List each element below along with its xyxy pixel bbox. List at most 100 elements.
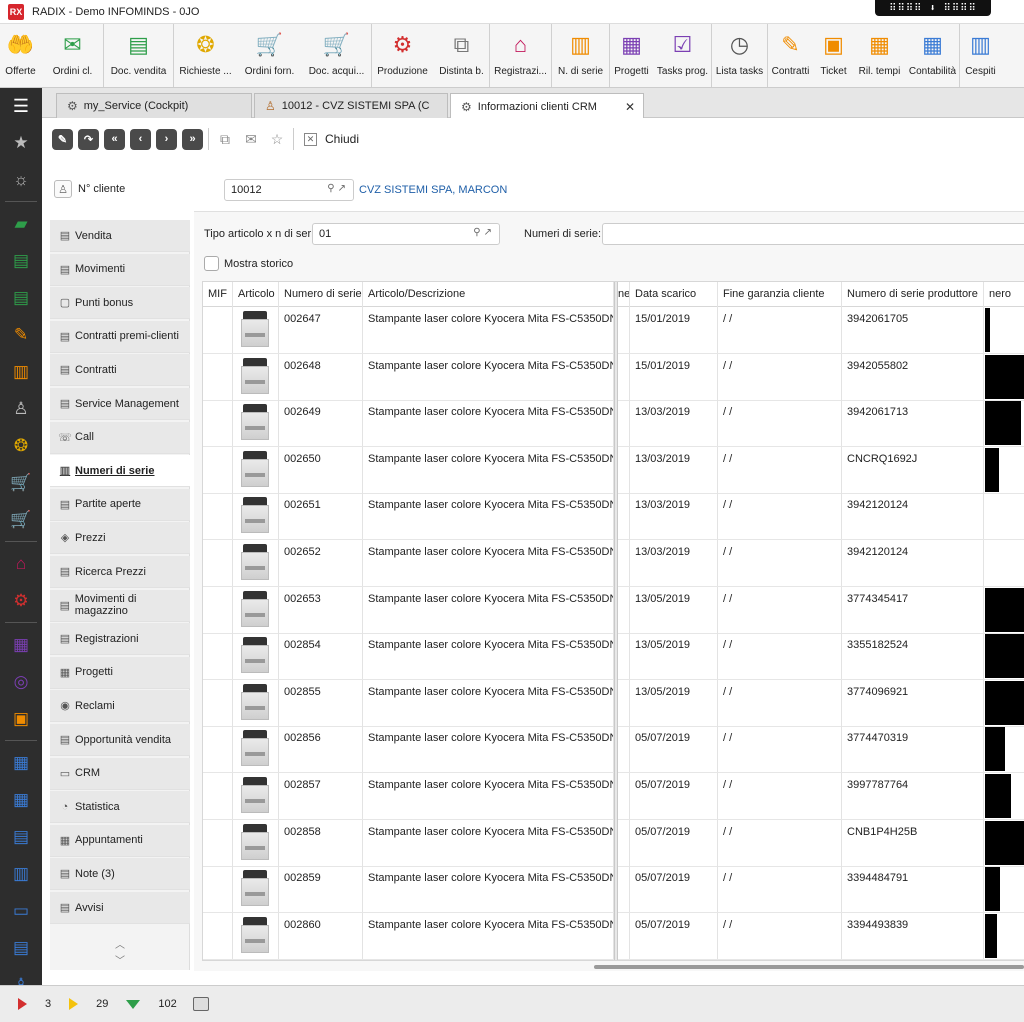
checkbox-box[interactable]	[204, 256, 219, 271]
menu-item-numeri-di-serie[interactable]: ▥ Numeri di serie	[50, 455, 190, 488]
menu-item-prezzi[interactable]: ◈ Prezzi	[50, 522, 190, 555]
ribbon-button-10[interactable]: ▥ N. di serie	[552, 24, 610, 87]
ribbon-button-9[interactable]: ⌂ Registrazi...	[490, 24, 552, 87]
ribbon-button-18[interactable]: ▥ Cespiti	[960, 24, 1002, 87]
ribbon-button-1[interactable]: 🤲 Offerte	[0, 24, 42, 87]
show-history-checkbox[interactable]: Mostra storico	[204, 256, 293, 271]
contracts-icon[interactable]: ✎	[0, 316, 42, 353]
card-icon[interactable]: ▭	[0, 892, 42, 929]
status-red[interactable]: 3	[18, 998, 51, 1010]
column-header-numero-serie[interactable]: Numero di serie	[279, 282, 363, 307]
copy-icon[interactable]: ⧉	[215, 129, 235, 149]
column-header-fine-garanzia[interactable]: Fine garanzia cliente	[718, 282, 842, 307]
horizontal-scrollbar[interactable]	[594, 965, 1024, 969]
menu-item-movimenti-di-magazzino[interactable]: ▤ Movimenti di magazzino	[50, 589, 190, 622]
serial-numbers-input[interactable]	[602, 223, 1024, 245]
building-icon[interactable]: ▥	[0, 855, 42, 892]
menu-item-progetti[interactable]: ▦ Progetti	[50, 656, 190, 689]
tab-crm-info[interactable]: ⚙ Informazioni clienti CRM ✕	[450, 93, 644, 119]
gear-icon[interactable]: ⚙	[0, 582, 42, 619]
status-yellow[interactable]: 29	[69, 998, 108, 1010]
last-record-icon[interactable]: »	[182, 128, 203, 150]
ribbon-button-13[interactable]: ◷ Lista tasks	[712, 24, 768, 87]
customer-number-input[interactable]: 10012 ⚲↗	[224, 179, 354, 201]
target-icon[interactable]: ◎	[0, 663, 42, 700]
star-icon[interactable]: ★	[0, 124, 42, 161]
search-icon[interactable]: ⚲↗	[327, 183, 349, 194]
sales-doc-icon[interactable]: ▤	[0, 279, 42, 316]
menu-item-punti-bonus[interactable]: ▢ Punti bonus	[50, 287, 190, 320]
menu-item-partite-aperte[interactable]: ▤ Partite aperte	[50, 488, 190, 521]
column-header-descrizione[interactable]: Articolo/Descrizione	[363, 282, 614, 307]
ribbon-button-7[interactable]: ⚙ Produzione	[372, 24, 434, 87]
menu-item-vendita[interactable]: ▤ Vendita	[50, 220, 190, 252]
menu-item-call[interactable]: ☏ Call	[50, 421, 190, 454]
menu-item-movimenti[interactable]: ▤ Movimenti	[50, 253, 190, 286]
document-icon[interactable]: ▤	[0, 929, 42, 966]
tab-customer[interactable]: ♙ 10012 - CVZ SISTEMI SPA (C	[254, 93, 448, 118]
hamburger-menu-icon[interactable]: ☰	[0, 88, 42, 124]
calculator-icon[interactable]: ▦	[0, 781, 42, 818]
tab-my-service[interactable]: ⚙ my_Service (Cockpit)	[56, 93, 252, 118]
ribbon-button-15[interactable]: ▣ Ticket	[814, 24, 854, 87]
order-envelope-icon[interactable]: ▤	[0, 242, 42, 279]
ribbon-button-12[interactable]: ☑ Tasks prog.	[654, 24, 712, 87]
column-header-mif[interactable]: MIF	[203, 282, 233, 307]
projects-icon[interactable]: ▦	[0, 626, 42, 663]
ribbon-button-16[interactable]: ▦ Ril. tempi	[854, 24, 906, 87]
user-icon[interactable]: ♙	[0, 390, 42, 427]
briefcase-icon[interactable]: ▣	[0, 700, 42, 737]
first-record-icon[interactable]: «	[104, 128, 125, 150]
search-icon[interactable]: ⚲↗	[473, 227, 495, 238]
warehouse-icon[interactable]: ⌂	[0, 545, 42, 582]
favorite-star-icon[interactable]: ☆	[267, 129, 287, 149]
ribbon-button-5[interactable]: 🛒 Ordini forn.	[238, 24, 302, 87]
hand-money-icon[interactable]: ▰	[0, 205, 42, 242]
ribbon-button-8[interactable]: ⧉ Distinta b.	[434, 24, 490, 87]
menu-scroll-arrows[interactable]: ︿ ﹀	[110, 938, 130, 970]
previous-record-icon[interactable]: ‹	[130, 128, 151, 150]
ribbon-button-6[interactable]: 🛒 Doc. acqui...	[302, 24, 372, 87]
menu-item-statistica[interactable]: ◔ Statistica	[50, 791, 190, 824]
menu-item-ricerca-prezzi[interactable]: ▤ Ricerca Prezzi	[50, 556, 190, 588]
item-type-input[interactable]: 01 ⚲↗	[312, 223, 500, 245]
column-header-nero[interactable]: nero	[984, 282, 1024, 307]
sun-icon[interactable]: ☼	[0, 161, 42, 198]
calculator-icon[interactable]: ▦	[0, 744, 42, 781]
ribbon-button-11[interactable]: ▦ Progetti	[610, 24, 654, 87]
menu-item-service-management[interactable]: ▤ Service Management	[50, 388, 190, 420]
printer-icon[interactable]	[192, 997, 209, 1011]
next-record-icon[interactable]: ›	[156, 128, 177, 150]
menu-item-contratti-premi-clienti[interactable]: ▤ Contratti premi-clienti	[50, 320, 190, 353]
menu-item-appuntamenti[interactable]: ▦ Appuntamenti	[50, 824, 190, 857]
ribbon-button-3[interactable]: ▤ Doc. vendita	[104, 24, 174, 87]
menu-item-note-3[interactable]: ▤ Note (3)	[50, 858, 190, 891]
column-header-serie-produttore[interactable]: Numero di serie produttore	[842, 282, 984, 307]
close-button[interactable]: ✕ Chiudi	[304, 132, 359, 146]
menu-item-reclami[interactable]: ◉ Reclami	[50, 690, 190, 723]
status-green[interactable]: 102	[126, 998, 177, 1010]
menu-item-crm[interactable]: ▭ CRM	[50, 757, 190, 790]
ribbon-button-14[interactable]: ✎ Contratti	[768, 24, 814, 87]
window-drag-handle[interactable]: ⠿⠿⠿⠿ ⬇ ⠿⠿⠿⠿	[875, 0, 991, 16]
close-tab-icon[interactable]: ✕	[625, 100, 635, 114]
column-header-hidden[interactable]: ne	[618, 282, 630, 307]
coins-icon[interactable]: ❂	[0, 427, 42, 464]
menu-item-contratti[interactable]: ▤ Contratti	[50, 354, 190, 387]
column-header-articolo[interactable]: Articolo	[233, 282, 279, 307]
ribbon-button-4[interactable]: ❂ Richieste ...	[174, 24, 238, 87]
menu-item-avvisi[interactable]: ▤ Avvisi	[50, 892, 190, 924]
frozen-column-splitter[interactable]	[614, 282, 618, 960]
menu-item-registrazioni[interactable]: ▤ Registrazioni	[50, 623, 190, 656]
document-icon[interactable]: ▤	[0, 818, 42, 855]
customer-name-link[interactable]: CVZ SISTEMI SPA, MARCON	[359, 184, 507, 196]
forward-share-icon[interactable]: ↷	[78, 128, 99, 150]
cart-icon[interactable]: 🛒	[0, 501, 42, 538]
mail-icon[interactable]: ✉	[241, 129, 261, 149]
ribbon-button-2[interactable]: ✉ Ordini cl.	[42, 24, 104, 87]
barcode-icon[interactable]: ▥	[0, 353, 42, 390]
ribbon-button-17[interactable]: ▦ Contabilità	[906, 24, 960, 87]
wrench-icon[interactable]: ✎	[52, 128, 73, 150]
cart-icon[interactable]: 🛒	[0, 464, 42, 501]
menu-item-opportunit-vendita[interactable]: ▤ Opportunità vendita	[50, 724, 190, 756]
